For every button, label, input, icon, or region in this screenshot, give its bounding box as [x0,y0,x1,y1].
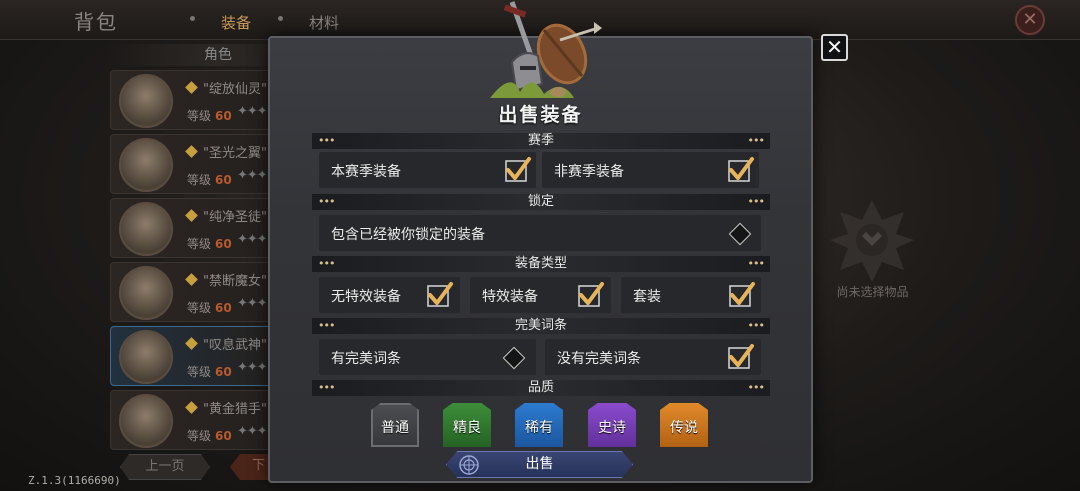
hero-portrait [119,330,173,384]
version-label: Z.1.3(1166690) [28,474,121,487]
gem-icon [185,273,198,286]
gem-icon [185,401,198,414]
gem-icon [185,145,198,158]
coin-emblem-icon [459,455,479,475]
empty-selection-text: 尚未选择物品 [836,285,909,299]
section-header-perfect: ••• 完美词条 ••• [312,318,770,334]
hero-name: "绽放仙灵" [203,82,267,97]
section-header-quality: ••• 品质 ••• [312,380,770,396]
section-header-season: ••• 赛季 ••• [312,133,770,149]
star-rating-icon: ✦✦✦ [237,424,268,439]
option-include-locked[interactable]: 包含已经被你锁定的装备 [319,215,761,251]
option-has-perfect[interactable]: 有完美词条 [319,339,536,375]
hero-card[interactable]: "圣光之翼" 等级 60 ✦✦✦ [110,134,280,194]
option-current-season[interactable]: 本赛季装备 [319,152,536,188]
hero-name: "纯净圣徒" [203,210,267,225]
gold-check-icon [578,282,604,307]
quality-legendary-button[interactable]: 传说 [660,403,708,447]
gold-check-icon [427,282,453,307]
quality-fine-button[interactable]: 精良 [443,403,491,447]
diamond-unchecked-icon [728,222,752,246]
tab-dot [278,16,283,21]
quality-rare-button[interactable]: 稀有 [515,403,563,447]
star-rating-icon: ✦✦✦ [237,296,268,311]
gem-icon [185,337,198,350]
hero-portrait [119,138,173,192]
option-set[interactable]: 套装 [621,277,761,313]
option-no-effect[interactable]: 无特效装备 [319,277,460,313]
quality-epic-button[interactable]: 史诗 [588,403,636,447]
inventory-title: 背包 [74,10,118,34]
hero-level: 等级 60 [187,173,232,187]
hero-card[interactable]: "绽放仙灵" 等级 60 ✦✦✦ [110,70,280,130]
inventory-close-icon[interactable]: ✕ [1015,5,1045,35]
hero-level: 等级 60 [187,301,232,315]
star-rating-icon: ✦✦✦ [237,104,268,119]
hero-level: 等级 60 [187,109,232,123]
hero-name: "圣光之翼" [203,146,267,161]
option-special-effect[interactable]: 特效装备 [470,277,611,313]
section-header-type: ••• 装备类型 ••• [312,256,770,272]
hero-name: "叹息武神" [203,338,267,353]
hero-level: 等级 60 [187,365,232,379]
star-rating-icon: ✦✦✦ [237,360,268,375]
option-no-perfect[interactable]: 没有完美词条 [545,339,761,375]
close-icon[interactable]: ✕ [821,34,848,61]
hero-portrait [119,266,173,320]
gem-icon [185,209,198,222]
hero-portrait [119,202,173,256]
helmet-sword-shield-emblem [490,1,602,98]
prev-page-button[interactable]: 上一页 [120,454,210,480]
hero-level: 等级 60 [187,237,232,251]
option-non-season[interactable]: 非赛季装备 [542,152,759,188]
gem-icon [185,81,198,94]
hero-card[interactable]: "黄金猎手" 等级 60 ✦✦✦ [110,390,280,450]
hero-level: 等级 60 [187,429,232,443]
empty-slot-emblem-icon [830,200,914,282]
gold-check-icon [505,157,531,182]
tab-dot [190,16,195,21]
hero-card[interactable]: "纯净圣徒" 等级 60 ✦✦✦ [110,198,280,258]
section-header-lock: ••• 锁定 ••• [312,194,770,210]
hero-portrait [119,394,173,448]
tab-materials[interactable]: 材料 [309,12,339,33]
hero-card[interactable]: "禁断魔女" 等级 60 ✦✦✦ [110,262,280,322]
gold-check-icon [728,344,754,369]
hero-card[interactable]: "叹息武神" 等级 60 ✦✦✦ [110,326,280,386]
hero-name: "禁断魔女" [203,274,267,289]
diamond-unchecked-icon [502,346,526,370]
quality-normal-button[interactable]: 普通 [371,403,419,447]
tab-equipment[interactable]: 装备 [221,12,251,33]
star-rating-icon: ✦✦✦ [237,168,268,183]
dialog-title: 出售装备 [498,104,583,126]
gold-check-icon [728,157,754,182]
hero-roster: "绽放仙灵" 等级 60 ✦✦✦ "圣光之翼" 等级 60 ✦✦✦ "纯净圣徒" 等… [110,70,280,454]
gold-check-icon [729,282,755,307]
star-rating-icon: ✦✦✦ [237,232,268,247]
hero-name: "黄金猎手" [203,402,267,417]
hero-portrait [119,74,173,128]
